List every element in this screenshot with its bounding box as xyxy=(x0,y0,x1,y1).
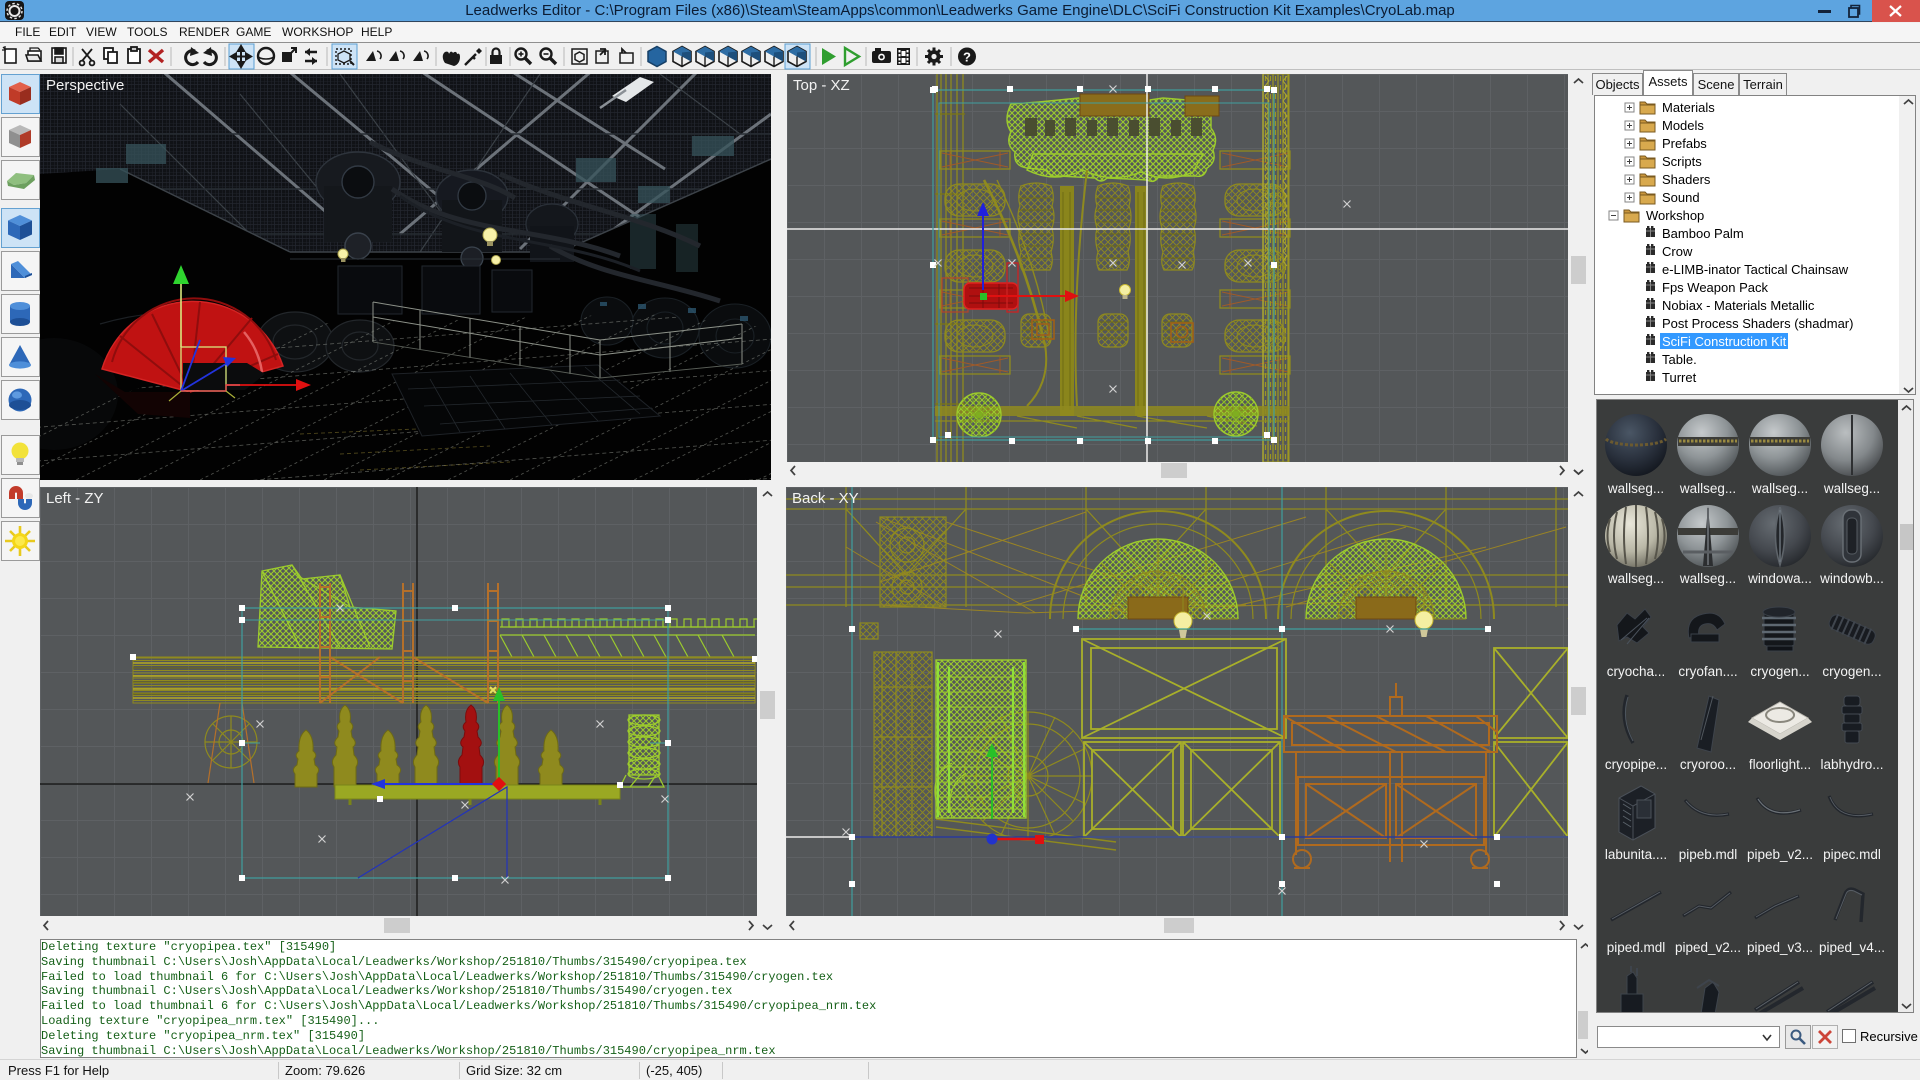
svg-text:Models: Models xyxy=(1662,118,1704,133)
svg-text:cryogen...: cryogen... xyxy=(1750,664,1809,679)
svg-text:floorlight...: floorlight... xyxy=(1749,757,1811,772)
svg-text:wallseg...: wallseg... xyxy=(1679,481,1736,496)
svg-text:?: ? xyxy=(963,50,971,65)
svg-text:pipeb_v2...: pipeb_v2... xyxy=(1747,847,1813,862)
svg-text:wallseg...: wallseg... xyxy=(1607,571,1664,586)
svg-text:Shaders: Shaders xyxy=(1662,172,1711,187)
svg-text:windowa...: windowa... xyxy=(1747,571,1812,586)
svg-text:Crow: Crow xyxy=(1662,244,1693,259)
svg-text:cryoroo...: cryoroo... xyxy=(1680,757,1736,772)
svg-text:piped_v2...: piped_v2... xyxy=(1675,940,1741,955)
svg-text:Sound: Sound xyxy=(1662,190,1700,205)
svg-text:labunita....: labunita.... xyxy=(1605,847,1667,862)
svg-text:SciFi Construction Kit: SciFi Construction Kit xyxy=(1662,334,1787,349)
svg-text:Scripts: Scripts xyxy=(1662,154,1702,169)
svg-text:Post Process Shaders (shadmar): Post Process Shaders (shadmar) xyxy=(1662,316,1853,331)
svg-text:piped_v4...: piped_v4... xyxy=(1819,940,1885,955)
svg-text:Nobiax - Materials Metallic: Nobiax - Materials Metallic xyxy=(1662,298,1815,313)
svg-text:wallseg...: wallseg... xyxy=(1751,481,1808,496)
svg-text:piped.mdl: piped.mdl xyxy=(1607,940,1666,955)
svg-text:wallseg...: wallseg... xyxy=(1823,481,1880,496)
svg-text:Fps Weapon Pack: Fps Weapon Pack xyxy=(1662,280,1768,295)
svg-text:wallseg...: wallseg... xyxy=(1679,571,1736,586)
svg-text:Bamboo Palm: Bamboo Palm xyxy=(1662,226,1744,241)
svg-text:cryopipe...: cryopipe... xyxy=(1605,757,1667,772)
svg-text:wallseg...: wallseg... xyxy=(1607,481,1664,496)
svg-text:Workshop: Workshop xyxy=(1646,208,1704,223)
svg-text:Materials: Materials xyxy=(1662,100,1715,115)
svg-text:Table.: Table. xyxy=(1662,352,1697,367)
svg-text:labhydro...: labhydro... xyxy=(1820,757,1883,772)
svg-text:Turret: Turret xyxy=(1662,370,1697,385)
svg-text:cryocha...: cryocha... xyxy=(1607,664,1666,679)
svg-text:piped_v3...: piped_v3... xyxy=(1747,940,1813,955)
svg-text:pipec.mdl: pipec.mdl xyxy=(1823,847,1881,862)
svg-text:pipeb.mdl: pipeb.mdl xyxy=(1679,847,1738,862)
svg-text:windowb...: windowb... xyxy=(1819,571,1884,586)
svg-text:Prefabs: Prefabs xyxy=(1662,136,1707,151)
svg-text:cryogen...: cryogen... xyxy=(1822,664,1881,679)
svg-text:cryofan....: cryofan.... xyxy=(1678,664,1737,679)
svg-text:e-LIMB-inator Tactical Chainsa: e-LIMB-inator Tactical Chainsaw xyxy=(1662,262,1849,277)
